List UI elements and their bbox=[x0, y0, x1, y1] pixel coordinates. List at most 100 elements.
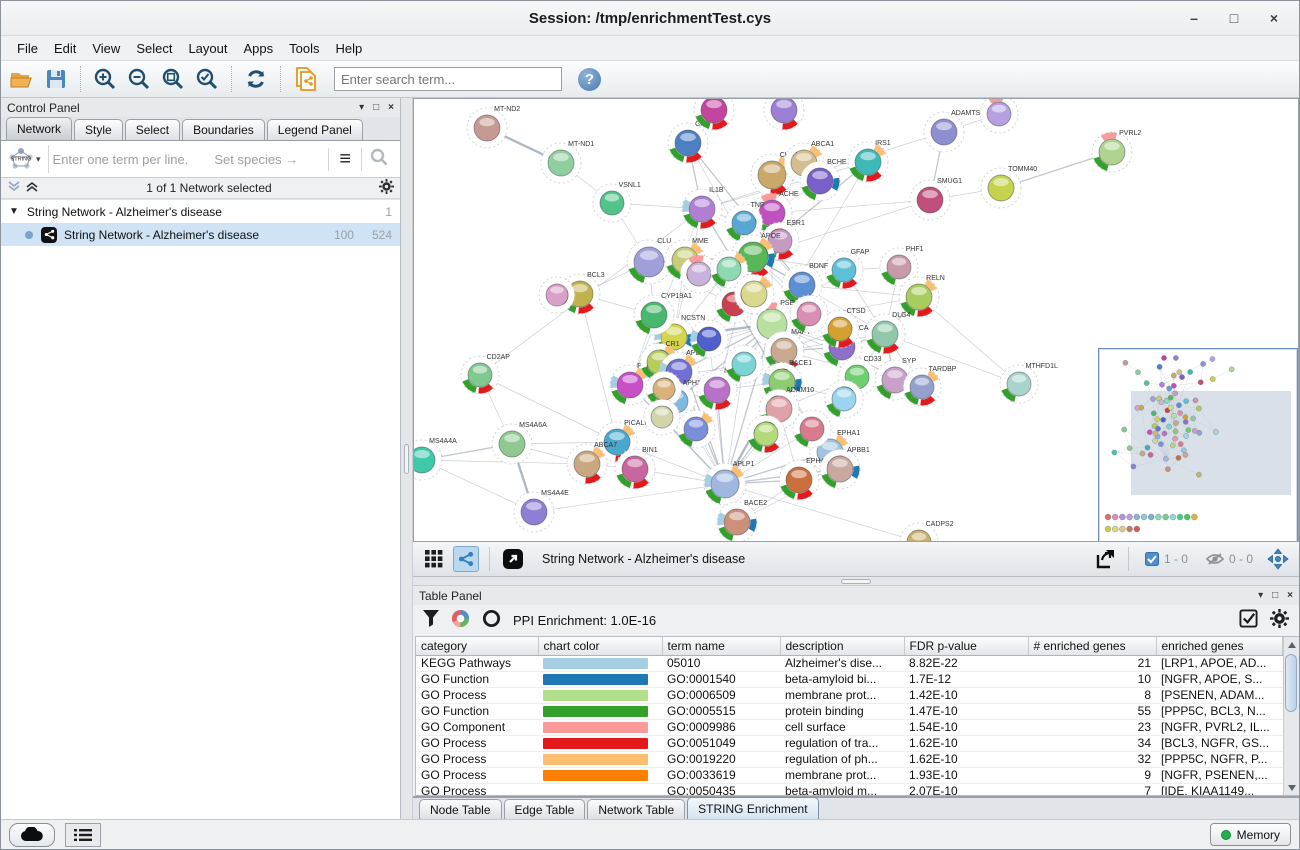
protein-node[interactable]: TOMM40 bbox=[981, 166, 1037, 208]
table-row[interactable]: GO ProcessGO:0050435beta-amyloid m...2.0… bbox=[416, 783, 1283, 795]
panel-close-icon[interactable]: × bbox=[1287, 590, 1293, 601]
column-header-fdr-p-value[interactable]: FDR p-value bbox=[904, 637, 1028, 655]
menu-item-view[interactable]: View bbox=[84, 39, 128, 58]
menu-item-tools[interactable]: Tools bbox=[281, 39, 327, 58]
tab-legend-panel[interactable]: Legend Panel bbox=[267, 119, 363, 140]
protein-node[interactable]: PVRL2 bbox=[1092, 130, 1141, 172]
column-header-enriched-genes[interactable]: enriched genes bbox=[1156, 637, 1283, 655]
column-header-term-name[interactable]: term name bbox=[662, 637, 780, 655]
network-options-gear-icon[interactable] bbox=[379, 179, 394, 197]
refresh-button[interactable] bbox=[241, 64, 271, 94]
string-search-icon[interactable] bbox=[361, 148, 396, 171]
string-options-icon[interactable]: ≡ bbox=[328, 148, 361, 171]
tab-boundaries[interactable]: Boundaries bbox=[182, 119, 265, 140]
maximize-button[interactable]: □ bbox=[1221, 10, 1247, 26]
table-row[interactable]: GO ProcessGO:0006509membrane prot...1.42… bbox=[416, 687, 1283, 703]
zoom-selected-button[interactable] bbox=[192, 64, 222, 94]
protein-node[interactable]: MS4A4E bbox=[514, 490, 569, 532]
panel-float-icon[interactable]: □ bbox=[373, 102, 379, 113]
network-canvas[interactable]: MT-ND2MT-ND1VSNL1GAB2ADAMTS2PVRL2TOMM40S… bbox=[413, 98, 1299, 542]
protein-node[interactable] bbox=[793, 410, 831, 448]
menu-item-select[interactable]: Select bbox=[128, 39, 180, 58]
protein-node[interactable]: MS4A6A bbox=[492, 422, 547, 464]
network-row[interactable]: String Network - Alzheimer's disease 100… bbox=[1, 223, 400, 246]
table-row[interactable]: GO ProcessGO:0033619membrane prot...1.93… bbox=[416, 767, 1283, 783]
protein-node[interactable] bbox=[764, 99, 804, 130]
protein-node[interactable]: CADPS2 bbox=[900, 521, 954, 542]
protein-node[interactable]: BCHE bbox=[800, 159, 847, 201]
menu-item-layout[interactable]: Layout bbox=[180, 39, 235, 58]
scroll-down-icon[interactable] bbox=[1284, 780, 1299, 795]
grid-view-icon[interactable] bbox=[421, 546, 447, 572]
column-header--enriched-genes[interactable]: # enriched genes bbox=[1028, 637, 1156, 655]
memory-button[interactable]: Memory bbox=[1210, 823, 1291, 846]
table-splitter[interactable] bbox=[413, 577, 1299, 586]
zoom-out-button[interactable] bbox=[124, 64, 154, 94]
protein-node[interactable] bbox=[790, 295, 828, 333]
protein-node[interactable]: MT-ND2 bbox=[467, 106, 520, 148]
table-row[interactable]: GO ComponentGO:0009986cell surface1.54E-… bbox=[416, 719, 1283, 735]
panel-splitter[interactable] bbox=[401, 98, 413, 819]
tab-edge-table[interactable]: Edge Table bbox=[504, 799, 586, 819]
minimize-button[interactable]: – bbox=[1181, 10, 1207, 26]
table-row[interactable]: KEGG Pathways05010Alzheimer's dise...8.8… bbox=[416, 655, 1283, 671]
ring-chart-icon[interactable] bbox=[482, 609, 501, 633]
table-row[interactable]: GO FunctionGO:0005515protein binding1.47… bbox=[416, 703, 1283, 719]
table-settings-gear-icon[interactable] bbox=[1270, 609, 1289, 633]
zoom-in-button[interactable] bbox=[90, 64, 120, 94]
tab-network[interactable]: Network bbox=[6, 117, 72, 140]
open-session-button[interactable] bbox=[7, 64, 37, 94]
protein-node[interactable] bbox=[539, 277, 575, 313]
panel-menu-icon[interactable]: ▾ bbox=[1258, 590, 1263, 601]
tree-expander-icon[interactable]: ▼ bbox=[9, 206, 19, 217]
tab-select[interactable]: Select bbox=[125, 119, 180, 140]
panel-float-icon[interactable]: □ bbox=[1272, 590, 1278, 601]
table-row[interactable]: GO ProcessGO:0051049regulation of tra...… bbox=[416, 735, 1283, 751]
clone-network-button[interactable] bbox=[290, 64, 320, 94]
panel-menu-icon[interactable]: ▾ bbox=[359, 102, 364, 113]
pie-chart-icon[interactable] bbox=[451, 609, 470, 633]
close-button[interactable]: × bbox=[1261, 10, 1287, 26]
string-query-input[interactable]: Enter one term per line. bbox=[53, 152, 189, 167]
column-header-chart-color[interactable]: chart color bbox=[538, 637, 662, 655]
export-network-icon[interactable] bbox=[1092, 546, 1118, 572]
zoom-fit-button[interactable] bbox=[158, 64, 188, 94]
table-row[interactable]: GO ProcessGO:0019220regulation of ph...1… bbox=[416, 751, 1283, 767]
protein-node[interactable]: BACE2 bbox=[717, 500, 767, 542]
protein-node[interactable]: MTHFD1L bbox=[1000, 363, 1058, 403]
scrollbar-thumb[interactable] bbox=[1285, 654, 1297, 712]
menu-item-file[interactable]: File bbox=[9, 39, 46, 58]
protein-node[interactable]: IL1B bbox=[682, 187, 724, 229]
collapse-all-icon[interactable] bbox=[7, 180, 21, 196]
save-session-button[interactable] bbox=[41, 64, 71, 94]
birdseye-view[interactable] bbox=[1098, 348, 1298, 542]
open-external-icon[interactable] bbox=[500, 546, 526, 572]
tab-network-table[interactable]: Network Table bbox=[587, 799, 685, 819]
filter-icon[interactable] bbox=[423, 610, 439, 632]
menu-item-help[interactable]: Help bbox=[328, 39, 371, 58]
table-scrollbar[interactable] bbox=[1283, 637, 1299, 795]
help-icon[interactable]: ? bbox=[578, 68, 601, 91]
tab-node-table[interactable]: Node Table bbox=[419, 799, 502, 819]
string-style-toggle-icon[interactable] bbox=[453, 546, 479, 572]
cloud-button[interactable] bbox=[9, 823, 55, 847]
menu-item-edit[interactable]: Edit bbox=[46, 39, 84, 58]
protein-node[interactable]: MT-ND1 bbox=[541, 141, 594, 183]
protein-node[interactable]: MS4A4A bbox=[414, 438, 457, 480]
protein-node[interactable] bbox=[644, 399, 680, 435]
column-header-category[interactable]: category bbox=[416, 637, 538, 655]
select-columns-icon[interactable] bbox=[1239, 609, 1258, 633]
menu-item-apps[interactable]: Apps bbox=[236, 39, 282, 58]
protein-node[interactable] bbox=[677, 410, 715, 448]
network-collection-row[interactable]: ▼ String Network - Alzheimer's disease 1 bbox=[1, 200, 400, 223]
tab-style[interactable]: Style bbox=[74, 119, 123, 140]
protein-node[interactable]: SMUG1 bbox=[910, 178, 962, 220]
protein-node[interactable] bbox=[980, 99, 1018, 133]
protein-node[interactable]: ABCA7 bbox=[567, 442, 617, 484]
navigate-move-icon[interactable] bbox=[1265, 546, 1291, 572]
table-row[interactable]: GO FunctionGO:0001540beta-amyloid bi...1… bbox=[416, 671, 1283, 687]
scroll-up-icon[interactable] bbox=[1284, 637, 1299, 652]
column-header-description[interactable]: description bbox=[780, 637, 904, 655]
string-logo-icon[interactable]: STRING ▾ bbox=[5, 147, 44, 171]
protein-node[interactable]: VSNL1 bbox=[593, 182, 641, 222]
